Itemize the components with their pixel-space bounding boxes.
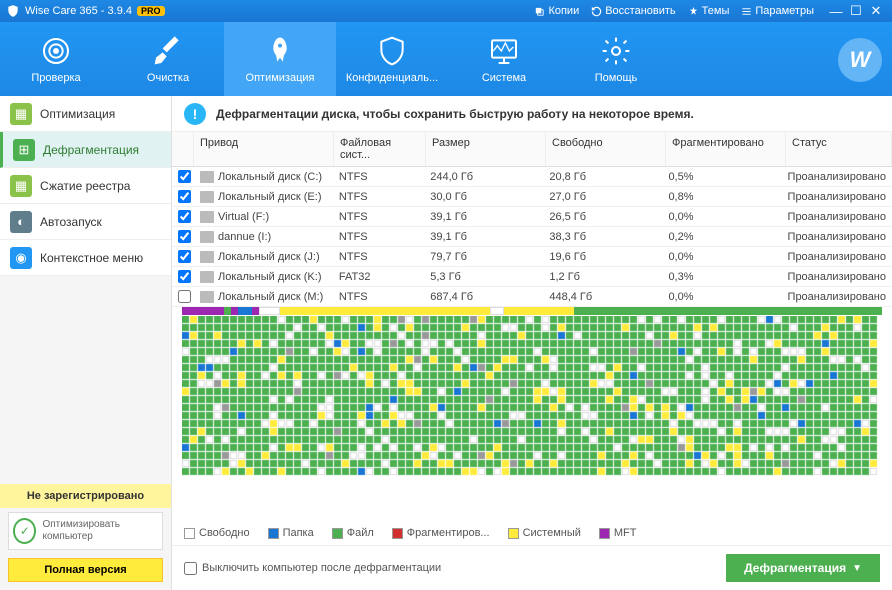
col-frag[interactable]: Фрагментировано [666,132,786,166]
toolbar-optimize[interactable]: Оптимизация [224,22,336,96]
legend-swatch [184,528,195,539]
close-button[interactable]: ✕ [866,3,886,19]
drive-icon [200,171,214,183]
legend-item: Фрагментиров... [392,527,490,539]
toolbar-check[interactable]: Проверка [0,22,112,96]
info-bar: ! Дефрагментации диска, чтобы сохранить … [172,96,892,132]
check-circle-icon: ✓ [13,518,36,544]
col-drive[interactable]: Привод [194,132,334,166]
maximize-button[interactable]: ☐ [846,3,866,19]
row-checkbox[interactable] [178,290,191,303]
col-free[interactable]: Свободно [546,132,666,166]
shutdown-checkbox[interactable]: Выключить компьютер после дефрагментации [184,562,441,575]
sidebar-item-startup[interactable]: ◐Автозапуск [0,204,171,240]
table-row[interactable]: Локальный диск (M:)NTFS687,4 Гб448,4 Гб0… [172,287,892,307]
drive-icon [200,211,214,223]
compress-icon: ▦ [10,175,32,197]
drive-icon [200,271,214,283]
table-row[interactable]: Virtual (F:)NTFS39,1 Гб26,5 Гб0,0%Проана… [172,207,892,227]
table-header: Привод Файловая сист... Размер Свободно … [172,132,892,167]
defrag-icon: ⊞ [13,139,35,161]
row-checkbox[interactable] [178,210,191,223]
grid-icon: ▦ [10,103,32,125]
mouse-icon: ◉ [10,247,32,269]
drive-icon [200,231,214,243]
app-title: Wise Care 365 - 3.9.4 [25,5,132,17]
minimize-button[interactable]: — [826,4,846,19]
unregistered-badge: Не зарегистрировано [0,484,171,508]
toolbar-clean[interactable]: Очистка [112,22,224,96]
rocket-icon [263,34,297,68]
main-toolbar: Проверка Очистка Оптимизация Конфиденциа… [0,22,892,96]
sidebar-item-context[interactable]: ◉Контекстное меню [0,240,171,276]
defrag-button[interactable]: Дефрагментация ▼ [726,554,880,582]
legend-swatch [392,528,403,539]
gear-icon [599,34,633,68]
shutdown-checkbox-input[interactable] [184,562,197,575]
drive-icon [200,191,214,203]
main-panel: ! Дефрагментации диска, чтобы сохранить … [172,96,892,590]
toolbar-help[interactable]: Помощь [560,22,672,96]
startup-icon: ◐ [10,211,32,233]
titlebar: Wise Care 365 - 3.9.4 PRO Копии Восстано… [0,0,892,22]
legend-swatch [332,528,343,539]
full-version-button[interactable]: Полная версия [8,558,163,582]
legend-item: Папка [268,527,314,539]
legend-swatch [268,528,279,539]
legend-swatch [508,528,519,539]
drive-icon [200,251,214,263]
table-row[interactable]: Локальный диск (E:)NTFS30,0 Гб27,0 Гб0,8… [172,187,892,207]
brush-icon [151,34,185,68]
defrag-map [182,316,882,517]
monitor-icon [487,34,521,68]
row-checkbox[interactable] [178,250,191,263]
info-icon: ! [184,103,206,125]
col-fs[interactable]: Файловая сист... [334,132,426,166]
table-row[interactable]: Локальный диск (K:)FAT325,3 Гб1,2 Гб0,3%… [172,267,892,287]
chevron-down-icon: ▼ [852,563,862,574]
sidebar: ▦Оптимизация ⊞Дефрагментация ▦Сжатие рее… [0,96,172,590]
legend-swatch [599,528,610,539]
row-checkbox[interactable] [178,230,191,243]
titlebar-link-themes[interactable]: Темы [688,5,730,17]
table-row[interactable]: dannue (I:)NTFS39,1 Гб38,3 Гб0,2%Проанал… [172,227,892,247]
legend-item: Свободно [184,527,250,539]
titlebar-link-copies[interactable]: Копии [534,5,579,17]
toolbar-system[interactable]: Система [448,22,560,96]
table-row[interactable]: Локальный диск (J:)NTFS79,7 Гб19,6 Гб0,0… [172,247,892,267]
sidebar-item-optimize[interactable]: ▦Оптимизация [0,96,171,132]
row-checkbox[interactable] [178,190,191,203]
row-checkbox[interactable] [178,170,191,183]
shield-icon [375,34,409,68]
legend: Свободно Папка Файл Фрагментиров... Системны… [172,521,892,545]
drives-table: Привод Файловая сист... Размер Свободно … [172,132,892,307]
titlebar-link-settings[interactable]: Параметры [741,5,814,17]
info-text: Дефрагментации диска, чтобы сохранить бы… [216,107,694,121]
col-size[interactable]: Размер [426,132,546,166]
footer: Выключить компьютер после дефрагментации… [172,545,892,590]
target-icon [39,34,73,68]
user-avatar[interactable]: W [838,38,882,82]
drive-icon [200,291,214,303]
defrag-strip [182,307,882,315]
col-status[interactable]: Статус [786,132,892,166]
app-shield-icon [6,4,20,18]
toolbar-privacy[interactable]: Конфиденциаль... [336,22,448,96]
titlebar-link-restore[interactable]: Восстановить [591,5,675,17]
legend-item: MFT [599,527,637,539]
legend-item: Системный [508,527,581,539]
sidebar-item-registry[interactable]: ▦Сжатие реестра [0,168,171,204]
optimize-pc-box[interactable]: ✓ Оптимизировать компьютер [8,512,163,550]
pro-badge: PRO [137,6,165,16]
sidebar-item-defrag[interactable]: ⊞Дефрагментация [0,132,171,168]
row-checkbox[interactable] [178,270,191,283]
legend-item: Файл [332,527,374,539]
table-row[interactable]: Локальный диск (C:)NTFS244,0 Гб20,8 Гб0,… [172,167,892,187]
